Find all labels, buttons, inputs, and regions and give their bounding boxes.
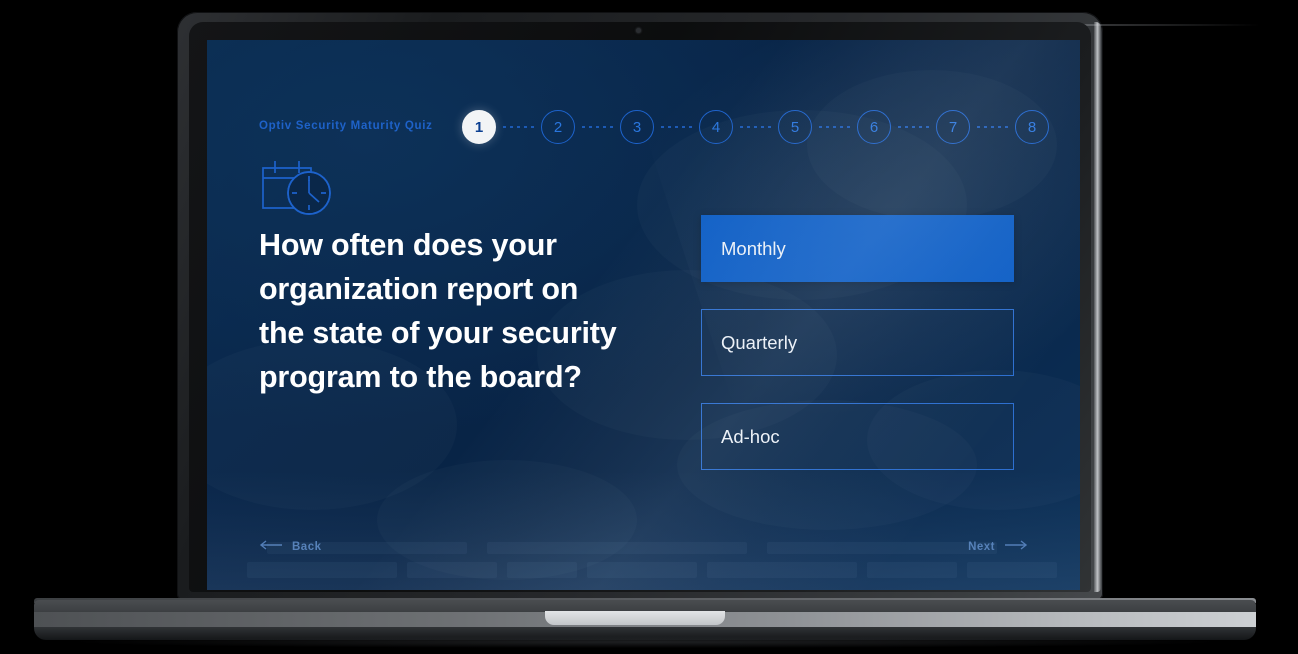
answer-option-label: Ad-hoc (721, 425, 780, 447)
step-separator (578, 126, 617, 128)
step-indicator-2[interactable]: 2 (541, 110, 575, 144)
step-indicator-7[interactable]: 7 (936, 110, 970, 144)
next-button[interactable]: Next (968, 540, 1028, 553)
answer-option-label: Monthly (721, 237, 786, 259)
step-indicator-8[interactable]: 8 (1015, 110, 1049, 144)
calendar-clock-icon (259, 158, 339, 220)
step-separator (736, 126, 775, 128)
quiz-content: Optiv Security Maturity Quiz 1 2 3 4 5 6… (207, 40, 1080, 590)
answer-option-quarterly[interactable]: Quarterly (701, 309, 1014, 376)
answer-options: Monthly Quarterly Ad-hoc (701, 215, 1014, 497)
answer-option-monthly[interactable]: Monthly (701, 215, 1014, 282)
step-separator (657, 126, 696, 128)
step-separator (894, 126, 933, 128)
laptop-base-notch (545, 611, 725, 625)
lid-edge-highlight (1094, 22, 1101, 592)
quiz-title: Optiv Security Maturity Quiz (259, 120, 433, 132)
progress-stepper: 1 2 3 4 5 6 7 8 (462, 110, 1049, 144)
laptop-shadow (80, 636, 1210, 648)
back-button[interactable]: Back (259, 540, 322, 553)
arrow-right-icon (1004, 540, 1028, 553)
step-indicator-5[interactable]: 5 (778, 110, 812, 144)
laptop-screen: Optiv Security Maturity Quiz 1 2 3 4 5 6… (207, 40, 1080, 590)
question-text: How often does your organization report … (259, 228, 617, 394)
answer-option-ad-hoc[interactable]: Ad-hoc (701, 403, 1014, 470)
step-indicator-1[interactable]: 1 (462, 110, 496, 144)
screenshot-stage: Optiv Security Maturity Quiz 1 2 3 4 5 6… (0, 0, 1298, 654)
answer-option-label: Quarterly (721, 331, 798, 353)
back-button-label: Back (292, 540, 322, 553)
step-separator (499, 126, 538, 128)
arrow-left-icon (259, 540, 283, 553)
step-indicator-6[interactable]: 6 (857, 110, 891, 144)
step-separator (973, 126, 1012, 128)
webcam-icon (636, 28, 641, 33)
step-separator (815, 126, 854, 128)
next-button-label: Next (968, 540, 995, 553)
step-indicator-4[interactable]: 4 (699, 110, 733, 144)
step-indicator-3[interactable]: 3 (620, 110, 654, 144)
